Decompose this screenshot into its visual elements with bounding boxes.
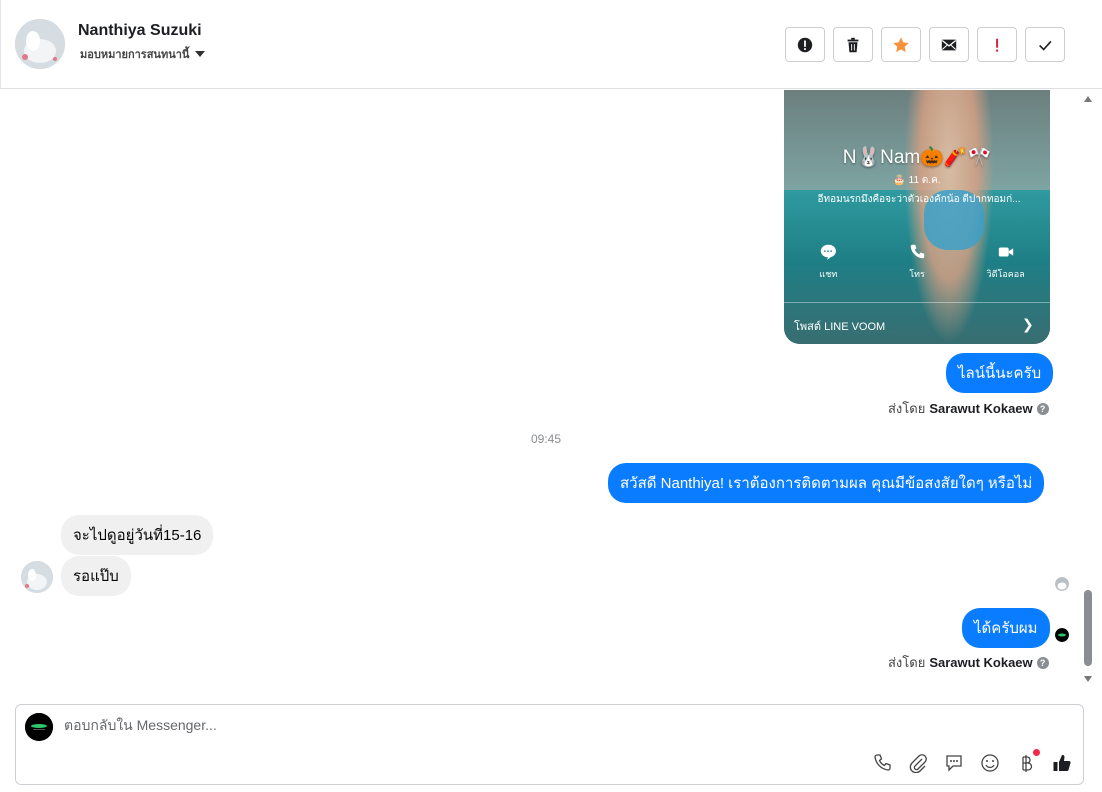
assign-label: มอบหมายการสนทนานี้ [80, 49, 190, 61]
contact-avatar-small [21, 561, 53, 593]
message-thread: N🐰Nam🎃🧨🎌 🎂 11 ต.ค. อีทอมนรกมึงคือจะว่าตั… [0, 90, 1082, 690]
phone-icon [910, 244, 925, 259]
check-icon [1039, 40, 1052, 51]
composer-actions [870, 749, 1074, 775]
trash-icon [847, 37, 859, 52]
assign-conversation-dropdown[interactable]: มอบหมายการสนทนานี้ [80, 45, 206, 63]
card-profile-name: N🐰Nam🎃🧨🎌 [842, 147, 992, 168]
message-bubble-outgoing[interactable]: สวัสดี Nanthiya! เราต้องการติดตามผล คุณม… [608, 463, 1045, 503]
message-bubble-incoming[interactable]: รอแป๊บ [61, 556, 131, 596]
reply-composer [15, 704, 1084, 785]
message-timestamp: 09:45 [530, 432, 562, 446]
contact-name: Nanthiya Suzuki [78, 22, 202, 39]
header-toolbar [785, 27, 1065, 62]
card-voom-link: โพสต์ LINE VOOM [794, 321, 886, 333]
card-action-video-label: วิดีโอคอล [986, 269, 1025, 279]
report-spam-button[interactable] [785, 27, 825, 62]
scroll-down-arrow-icon[interactable] [1084, 676, 1092, 682]
message-bubble-incoming[interactable]: จะไปดูอยู่วันที่15-16 [61, 515, 214, 555]
card-action-chat: แชท [784, 243, 873, 281]
thumbs-up-icon [1053, 754, 1071, 772]
card-action-chat-label: แชท [819, 269, 838, 279]
payment-button[interactable] [1014, 749, 1040, 775]
important-icon [996, 38, 999, 52]
sent-by-prefix: ส่งโดย [888, 655, 926, 670]
attach-button[interactable] [906, 751, 930, 775]
sent-by-label: ส่งโดย Sarawut Kokaew ? [888, 398, 1049, 419]
card-action-video: วิดีโอคอล [961, 243, 1050, 281]
reply-input[interactable] [64, 717, 964, 733]
caret-down-icon [195, 51, 206, 57]
card-birthday: 🎂 11 ต.ค. [893, 175, 941, 186]
sent-by-agent-name: Sarawut Kokaew [929, 655, 1033, 670]
help-icon[interactable]: ? [1036, 402, 1049, 415]
star-icon [893, 36, 909, 52]
mail-icon [941, 39, 957, 50]
delivered-avatar [1055, 628, 1069, 642]
thread-scrollbar[interactable] [1082, 90, 1096, 690]
page-avatar [25, 713, 53, 741]
paperclip-icon [909, 754, 927, 773]
shared-profile-card[interactable]: N🐰Nam🎃🧨🎌 🎂 11 ต.ค. อีทอมนรกมึงคือจะว่าตั… [784, 90, 1050, 344]
sent-by-agent-name: Sarawut Kokaew [929, 401, 1033, 416]
sent-by-prefix: ส่งโดย [888, 401, 926, 416]
read-receipt-avatar [1055, 577, 1069, 591]
help-icon[interactable]: ? [1036, 656, 1049, 669]
card-action-call-label: โทร [909, 269, 925, 279]
phone-icon [874, 754, 891, 771]
card-status-message: อีทอมนรกมึงคือจะว่าตัวเองคักน้อ ดีปากทอม… [817, 194, 1021, 205]
call-button[interactable] [870, 751, 894, 775]
mark-unread-button[interactable] [929, 27, 969, 62]
sent-by-label: ส่งโดย Sarawut Kokaew ? [888, 652, 1049, 673]
scroll-up-arrow-icon[interactable] [1084, 96, 1092, 102]
message-bubble-outgoing[interactable]: ได้ครับผม [962, 608, 1050, 648]
like-button[interactable] [1050, 751, 1074, 775]
message-bubble-outgoing[interactable]: ไลน์นี้นะครับ [946, 353, 1054, 393]
report-icon [797, 37, 813, 52]
scrollbar-thumb[interactable] [1084, 590, 1092, 666]
card-actions: แชท โทร วิดีโอคอล [784, 243, 1050, 281]
card-divider [784, 302, 1050, 303]
chevron-right-icon: ❯ [1022, 316, 1034, 332]
conversation-header: Nanthiya Suzuki มอบหมายการสนทนานี้ [0, 0, 1102, 89]
video-icon [998, 247, 1013, 257]
mark-done-button[interactable] [1025, 27, 1065, 62]
emoji-icon [981, 754, 999, 772]
star-button[interactable] [881, 27, 921, 62]
delete-button[interactable] [833, 27, 873, 62]
emoji-button[interactable] [978, 751, 1002, 775]
contact-avatar[interactable] [15, 19, 65, 69]
notification-dot [1033, 749, 1040, 756]
saved-replies-button[interactable] [942, 751, 966, 775]
chat-icon [821, 244, 837, 261]
mark-important-button[interactable] [977, 27, 1017, 62]
chat-bubble-icon [946, 755, 962, 772]
card-action-call: โทร [873, 243, 962, 281]
baht-icon [1022, 755, 1033, 772]
